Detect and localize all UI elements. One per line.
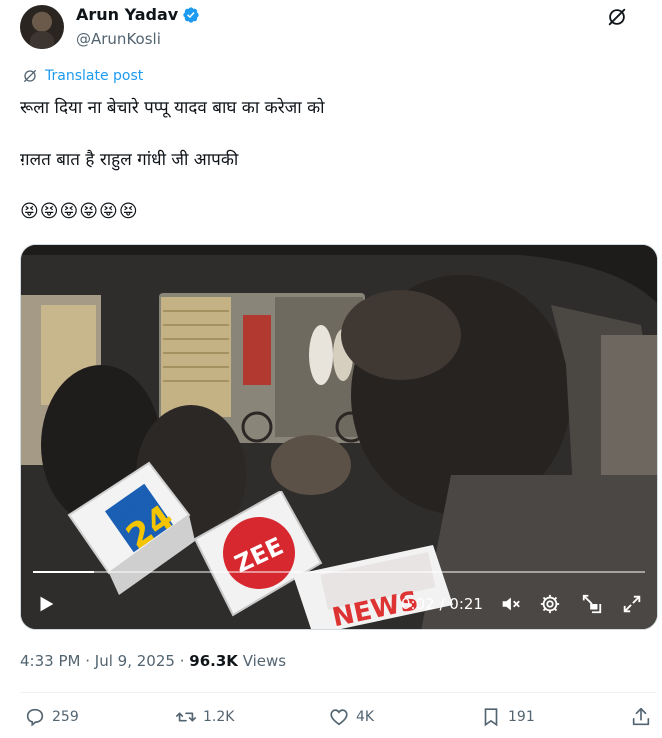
- fullscreen-icon[interactable]: [621, 593, 643, 615]
- settings-gear-icon[interactable]: [539, 593, 561, 615]
- author-avatar[interactable]: [20, 5, 64, 49]
- bookmark-button[interactable]: 191: [480, 706, 535, 728]
- verified-badge-icon: [183, 6, 199, 23]
- mute-icon[interactable]: [499, 593, 521, 615]
- views-label: Views: [242, 652, 287, 670]
- translate-post-label: Translate post: [45, 68, 144, 84]
- post-date[interactable]: Jul 9, 2025: [95, 652, 175, 670]
- bookmark-icon: [484, 708, 498, 727]
- reply-icon: [26, 708, 44, 727]
- repost-icon: [176, 712, 196, 722]
- meta-separator-2: ·: [179, 652, 185, 670]
- video-player[interactable]: NEWS 24 ZEE NEWS 0:02 / 0:21: [20, 244, 658, 630]
- bookmark-count: 191: [508, 709, 535, 725]
- video-progress-fill: [33, 571, 95, 573]
- author-name-row: Arun Yadav: [76, 5, 200, 24]
- meta-separator: ·: [85, 652, 91, 670]
- translate-post-link[interactable]: Translate post: [22, 68, 143, 84]
- views-count: 96.3K: [189, 652, 238, 670]
- reply-button[interactable]: 259: [24, 706, 79, 728]
- abp-news-mic: NEWS: [293, 545, 453, 629]
- like-button[interactable]: 4K: [328, 706, 374, 728]
- grok-icon[interactable]: [606, 6, 628, 28]
- video-time-display: 0:02 / 0:21: [401, 595, 483, 613]
- repost-count: 1.2K: [203, 709, 235, 725]
- tweet-emoji-line: 😝😝😝😝😝😝: [20, 201, 139, 222]
- post-time[interactable]: 4:33 PM: [20, 652, 80, 670]
- share-icon: [632, 707, 650, 726]
- post-meta: 4:33 PM · Jul 9, 2025 · 96.3K Views: [20, 652, 286, 670]
- like-count: 4K: [356, 709, 375, 725]
- tweet-line-1: रूला दिया ना बेचारे पप्पू यादव बाघ का कर…: [20, 98, 325, 118]
- tweet-line-2: ग़लत बात है राहुल गांधी जी आपकी: [20, 150, 239, 170]
- author-display-name[interactable]: Arun Yadav: [76, 5, 178, 24]
- video-progress-bar[interactable]: [33, 571, 645, 573]
- reply-count: 259: [52, 709, 79, 725]
- dock-video-icon[interactable]: [581, 593, 603, 615]
- action-bar: 259 1.2K 4K 191: [0, 706, 662, 732]
- play-icon[interactable]: [35, 593, 57, 615]
- translate-icon: [24, 70, 36, 82]
- repost-button[interactable]: 1.2K: [175, 706, 234, 728]
- divider: [20, 692, 656, 693]
- tweet-text: रूला दिया ना बेचारे पप्पू यादव बाघ का कर…: [20, 96, 640, 224]
- heart-icon: [330, 709, 348, 726]
- author-handle[interactable]: @ArunKosli: [76, 30, 161, 48]
- share-button[interactable]: [630, 706, 652, 728]
